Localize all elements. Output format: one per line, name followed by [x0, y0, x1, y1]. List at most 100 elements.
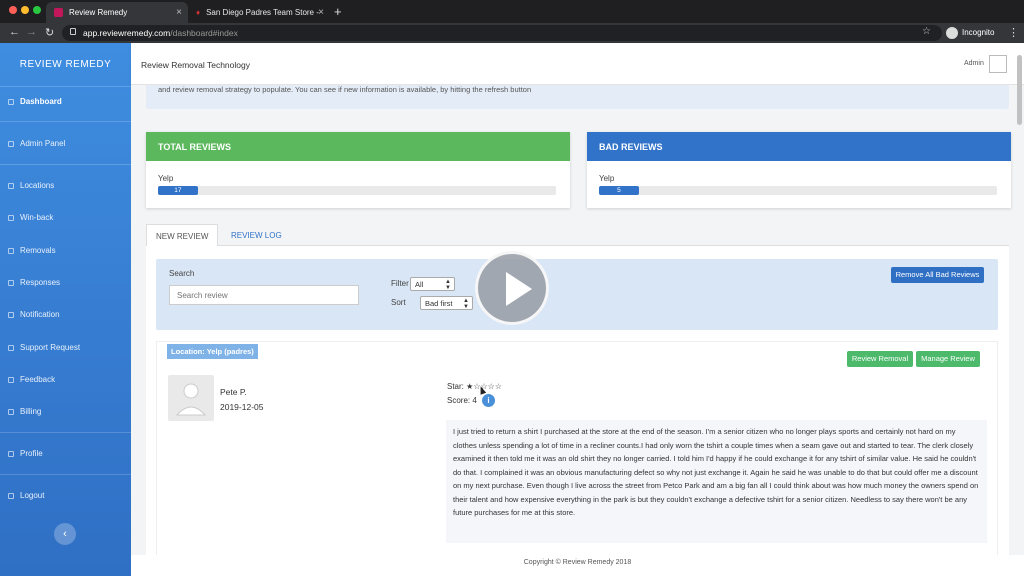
sidebar-item-responses[interactable]: Responses: [8, 278, 60, 287]
url-text: app.reviewremedy.com/dashboard#index: [83, 28, 238, 38]
reload-icon[interactable]: ↻: [45, 26, 54, 39]
browser-tab-review-remedy[interactable]: Review Remedy ×: [46, 2, 188, 23]
review-tabs: NEW REVIEW REVIEW LOG: [146, 224, 1009, 246]
responses-icon: [8, 279, 14, 286]
feedback-icon: [8, 376, 14, 383]
bell-icon: [8, 311, 14, 318]
card-source: Yelp: [599, 174, 615, 183]
incognito-label: Incognito: [962, 28, 995, 37]
filter-label: Filter: [391, 279, 409, 288]
review-remedy-favicon-icon: [54, 8, 63, 17]
progress-track: 17: [158, 186, 556, 195]
profile-icon: [8, 450, 14, 457]
remove-all-bad-reviews-button[interactable]: Remove All Bad Reviews: [891, 267, 984, 283]
sidebar-item-locations[interactable]: Locations: [8, 181, 54, 190]
avatar[interactable]: [989, 55, 1007, 73]
page-title: Review Removal Technology: [141, 60, 250, 70]
progress-bar: 17: [158, 186, 198, 195]
bad-reviews-card: BAD REVIEWS Yelp 5: [587, 132, 1011, 208]
sidebar-divider: [0, 121, 131, 122]
select-caret-icon: ▲ ▼: [445, 279, 451, 291]
progress-bar: 5: [599, 186, 639, 195]
review-date: 2019-12-05: [220, 402, 264, 412]
info-icon[interactable]: i: [482, 394, 495, 407]
back-arrow-icon[interactable]: ←: [9, 26, 20, 38]
brand-logo[interactable]: REVIEW REMEDY: [0, 59, 131, 70]
score-label: Score: 4: [447, 396, 477, 405]
grid-icon: [8, 140, 14, 147]
sidebar-divider: [0, 164, 131, 165]
minimize-window-button[interactable]: [21, 6, 29, 14]
sidebar-item-feedback[interactable]: Feedback: [8, 375, 55, 384]
billing-icon: [8, 408, 14, 415]
select-caret-icon: ▲ ▼: [463, 298, 469, 310]
logout-icon: [8, 492, 14, 499]
reviewer-name: Pete P.: [220, 387, 247, 397]
forward-arrow-icon[interactable]: →: [26, 26, 37, 38]
pin-icon: [8, 182, 14, 189]
browser-menu-icon[interactable]: ⋮: [1008, 26, 1019, 39]
close-window-button[interactable]: [9, 6, 17, 14]
tab-title: Review Remedy: [69, 8, 128, 17]
dashboard-icon: [8, 98, 14, 105]
star-rating: Star: ★☆☆☆☆: [447, 382, 502, 391]
sidebar-item-removals[interactable]: Removals: [8, 246, 56, 255]
location-badge: Location: Yelp (padres): [167, 344, 258, 359]
info-notice: and review removal strategy to populate.…: [146, 85, 1009, 109]
lock-icon: [70, 28, 76, 35]
search-label: Search: [169, 269, 195, 278]
sidebar-item-win-back[interactable]: Win-back: [8, 213, 53, 222]
sidebar-item-admin-panel[interactable]: Admin Panel: [8, 139, 65, 148]
browser-tab-padres[interactable]: ♦ San Diego Padres Team Store - ×: [188, 2, 330, 23]
tab-review-log[interactable]: REVIEW LOG: [222, 224, 291, 246]
browser-tab-bar: Review Remedy × ♦ San Diego Padres Team …: [0, 0, 1024, 23]
sort-label: Sort: [391, 298, 406, 307]
user-label[interactable]: Admin: [964, 60, 984, 67]
total-reviews-card: TOTAL REVIEWS Yelp 17: [146, 132, 570, 208]
removals-icon: [8, 247, 14, 254]
sidebar-divider: [0, 86, 131, 87]
bookmark-star-icon[interactable]: ☆: [922, 26, 931, 37]
sort-select[interactable]: Bad first ▲ ▼: [420, 296, 473, 310]
review-removal-button[interactable]: Review Removal: [847, 351, 913, 367]
tab-new-review[interactable]: NEW REVIEW: [146, 224, 219, 246]
manage-review-button[interactable]: Manage Review: [916, 351, 980, 367]
sidebar-divider: [0, 432, 131, 433]
tab-title: San Diego Padres Team Store -: [206, 8, 319, 17]
video-play-button[interactable]: [475, 251, 549, 325]
footer: Copyright © Review Remedy 2018: [131, 555, 1024, 576]
top-header: Review Removal Technology Admin: [131, 43, 1024, 85]
padres-favicon-icon: ♦: [196, 8, 201, 17]
scrollbar[interactable]: [1017, 55, 1022, 125]
sidebar-item-logout[interactable]: Logout: [8, 491, 44, 500]
progress-track: 5: [599, 186, 997, 195]
close-tab-icon[interactable]: ×: [318, 7, 324, 18]
new-tab-icon[interactable]: +: [334, 4, 342, 19]
search-input[interactable]: [169, 285, 359, 305]
sidebar-divider: [0, 474, 131, 475]
notice-text: and review removal strategy to populate.…: [158, 85, 532, 94]
avatar: [168, 375, 214, 421]
address-bar[interactable]: app.reviewremedy.com/dashboard#index: [62, 25, 942, 41]
sidebar-item-support-request[interactable]: Support Request: [8, 343, 80, 352]
support-icon: [8, 344, 14, 351]
sidebar-item-profile[interactable]: Profile: [8, 449, 43, 458]
review-panel: Search Filter All▲▼ Sort Bad first▲▼ Rem…: [146, 246, 1009, 576]
review-card: Location: Yelp (padres) Review Removal M…: [156, 341, 998, 576]
maximize-window-button[interactable]: [33, 6, 41, 14]
card-source: Yelp: [158, 174, 174, 183]
trophy-icon: [8, 214, 14, 221]
card-title: TOTAL REVIEWS: [146, 132, 570, 161]
card-title: BAD REVIEWS: [587, 132, 1011, 161]
sidebar-item-billing[interactable]: Billing: [8, 407, 41, 416]
main-content: and review removal strategy to populate.…: [131, 85, 1024, 576]
collapse-sidebar-button[interactable]: ‹: [54, 523, 76, 545]
sidebar: REVIEW REMEDY Dashboard Admin Panel Loca…: [0, 43, 131, 576]
sidebar-item-notification[interactable]: Notification: [8, 310, 60, 319]
user-placeholder-icon: [175, 383, 207, 416]
incognito-icon[interactable]: [946, 27, 958, 39]
sidebar-item-dashboard[interactable]: Dashboard: [8, 97, 62, 106]
close-tab-icon[interactable]: ×: [176, 7, 182, 18]
filter-select[interactable]: All ▲ ▼: [410, 277, 455, 291]
review-text: I just tried to return a shirt I purchas…: [446, 420, 987, 543]
